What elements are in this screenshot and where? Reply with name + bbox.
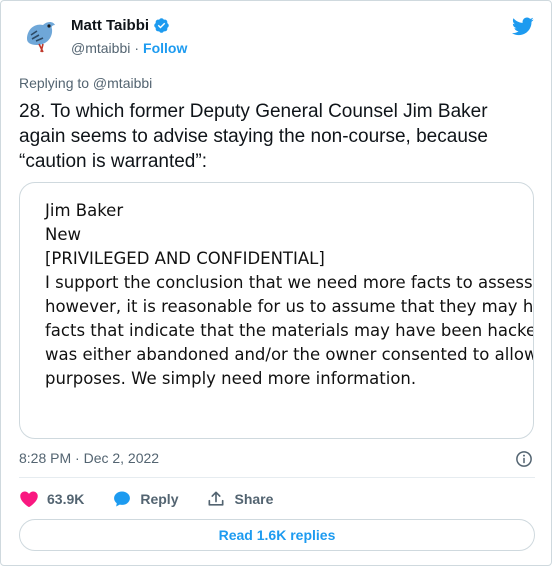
speech-bubble-icon — [114, 491, 131, 507]
tweet-card: Matt Taibbi @mtaibbi · Follow Replying t… — [0, 0, 552, 566]
follow-button[interactable]: Follow — [143, 40, 187, 56]
avatar-bird-icon — [20, 14, 62, 56]
info-icon[interactable] — [515, 450, 533, 468]
document-line: Jim Baker — [45, 201, 124, 220]
share-label: Share — [234, 491, 274, 507]
read-replies-button[interactable]: Read 1.6K replies — [19, 519, 535, 551]
tweet-text: 28. To which former Deputy General Couns… — [19, 99, 529, 174]
reply-label: Reply — [140, 491, 179, 507]
divider — [19, 477, 535, 478]
document-line: New — [45, 225, 81, 244]
document-line: I support the conclusion that we need mo… — [45, 273, 534, 292]
heart-icon — [20, 491, 38, 508]
author-handle[interactable]: @mtaibbi — [71, 40, 130, 56]
document-line: [PRIVILEGED AND CONFIDENTIAL] — [45, 249, 325, 268]
like-count: 63.9K — [47, 491, 85, 507]
tweet-text-line: 28. To which former Deputy General Couns… — [19, 101, 488, 122]
timestamp[interactable]: 8:28 PM · Dec 2, 2022 — [19, 450, 159, 466]
attached-document-image[interactable]: Jim Baker New [PRIVILEGED AND CONFIDENTI… — [19, 182, 534, 439]
like-button[interactable]: 63.9K — [19, 489, 84, 509]
tweet-header: Matt Taibbi @mtaibbi · Follow — [19, 13, 535, 61]
avatar[interactable] — [19, 13, 63, 57]
twitter-bird-icon[interactable] — [511, 15, 535, 37]
action-bar: 63.9K Reply Share — [19, 487, 535, 511]
author-handle-row: @mtaibbi · Follow — [71, 40, 187, 56]
document-line: however, it is reasonable for us to assu… — [45, 297, 534, 316]
document-line: was either abandoned and/or the owner co… — [45, 345, 534, 364]
document-line: facts that indicate that the materials m… — [45, 321, 534, 340]
share-button[interactable]: Share — [206, 489, 273, 509]
tweet-text-line: “caution is warranted”: — [19, 151, 207, 172]
tweet-meta: 8:28 PM · Dec 2, 2022 — [19, 450, 535, 470]
separator-dot: · — [134, 40, 140, 56]
author-name[interactable]: Matt Taibbi — [71, 17, 149, 34]
document-line: purposes. We simply need more informatio… — [45, 369, 417, 388]
reply-context: Replying to @mtaibbi — [19, 75, 153, 91]
tweet-text-line: again seems to advise staying the non-co… — [19, 126, 488, 147]
share-upload-icon — [208, 491, 224, 506]
author-name-row: Matt Taibbi — [71, 17, 170, 34]
reply-button[interactable]: Reply — [112, 489, 178, 509]
verified-badge-icon — [154, 18, 169, 33]
document-text: Jim Baker New [PRIVILEGED AND CONFIDENTI… — [45, 199, 534, 391]
